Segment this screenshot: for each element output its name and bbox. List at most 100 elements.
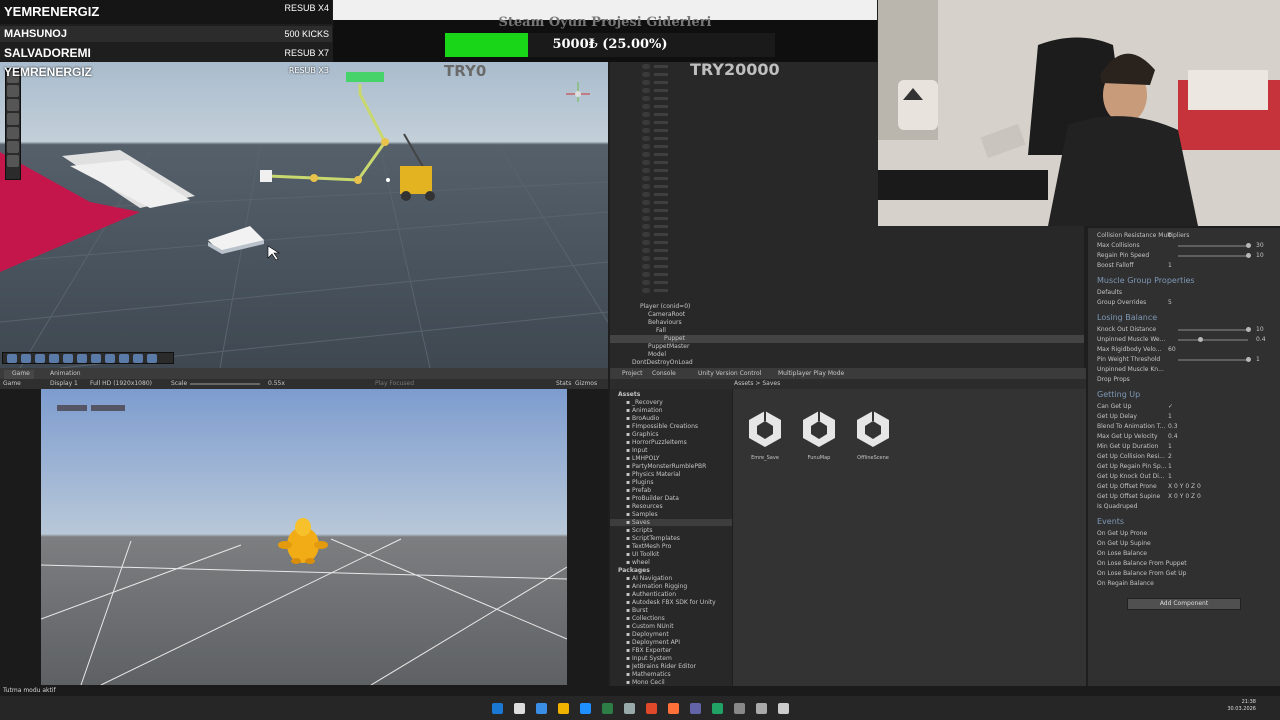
hierarchy-item-faint[interactable] [642,184,650,189]
tree-folder[interactable]: ▪ HorrorPuzzleItems [626,439,687,446]
tree-package[interactable]: ▪ Deployment API [626,639,680,646]
asset-scene-file[interactable]: OfflineScene [847,409,899,461]
inspector-field-value[interactable]: 10 [1256,326,1264,333]
display-dropdown[interactable]: Display 1 [50,380,78,387]
hierarchy-item-faint[interactable] [642,128,650,133]
tree-package[interactable]: ▪ Deployment [626,631,669,638]
system-clock[interactable]: 21:38 30.03.2026 [1227,699,1256,713]
hierarchy-item-faint[interactable] [642,176,650,181]
breadcrumb[interactable]: Assets > Saves [734,380,780,387]
tree-folder[interactable]: ▪ UI Toolkit [626,551,659,558]
scale-tool-icon[interactable] [7,113,19,125]
taskbar-app-icon[interactable] [558,703,569,714]
slider-knob[interactable] [1198,337,1203,342]
custom-tool-icon[interactable] [7,155,19,167]
hierarchy-item-faint[interactable] [642,200,650,205]
tree-root-assets[interactable]: Assets [618,391,640,398]
windows-taskbar[interactable] [0,696,1280,720]
asset-scene-file[interactable]: FunuMap [793,409,845,461]
project-tab[interactable]: Multiplayer Play Mode [778,370,844,377]
hierarchy-item-faint[interactable] [642,280,650,285]
taskbar-app-icon[interactable] [580,703,591,714]
asset-grid[interactable]: Emre_Save FunuMap OfflineScene [733,389,1086,686]
scene-tools-palette[interactable] [5,68,21,180]
taskbar-app-icon[interactable] [756,703,767,714]
tree-package[interactable]: ▪ Mathematics [626,671,671,678]
hierarchy-item[interactable]: Model [648,351,666,359]
tab-animation[interactable]: Animation [50,370,81,377]
taskbar-app-icon[interactable] [602,703,613,714]
tree-folder[interactable]: ▪ BroAudio [626,415,659,422]
scale-slider[interactable] [190,383,260,385]
inspector-field-value[interactable]: 0.4 [1256,336,1266,343]
inspector-field-value[interactable]: 60 [1168,346,1176,353]
hierarchy-item-faint[interactable] [642,64,650,69]
add-component-button[interactable]: Add Component [1127,598,1241,610]
tree-folder[interactable]: ▪ Saves [610,519,732,526]
inspector-field-value[interactable]: 10 [1256,252,1264,259]
inspector-slider[interactable] [1178,255,1248,257]
transform-tool-icon[interactable] [7,141,19,153]
hierarchy-item-faint[interactable] [642,72,650,77]
inspector-section-header[interactable]: Events [1097,517,1124,526]
tree-package[interactable]: ▪ Custom NUnit [626,623,674,630]
hierarchy-item-faint[interactable] [642,80,650,85]
tree-package[interactable]: ▪ Burst [626,607,648,614]
tree-root-packages[interactable]: Packages [618,567,650,574]
rotate-tool-icon[interactable] [7,99,19,111]
tree-folder[interactable]: ▪ ScriptTemplates [626,535,680,542]
hierarchy-item-faint[interactable] [642,160,650,165]
event-item[interactable]: On Lose Balance From Puppet [1097,560,1187,567]
hierarchy-item-faint[interactable] [642,152,650,157]
tree-folder[interactable]: ▪ _Recovery [626,399,663,406]
hierarchy-item-faint[interactable] [642,224,650,229]
play-focused-dropdown[interactable]: Play Focused [375,380,414,387]
hierarchy-item[interactable]: PuppetMaster [648,343,689,351]
inspector-field-value[interactable]: 1 [1168,262,1172,269]
tree-folder[interactable]: ▪ Input [626,447,648,454]
project-tab[interactable]: Unity Version Control [698,370,761,377]
inspector-field-value[interactable]: 0.3 [1168,423,1178,430]
inspector-section-header[interactable]: Getting Up [1097,390,1140,399]
inspector-field-value[interactable]: 1 [1168,463,1172,470]
hierarchy-item-faint[interactable] [642,136,650,141]
taskbar-app-icon[interactable] [536,703,547,714]
tree-folder[interactable]: ▪ Animation [626,407,663,414]
taskbar-app-icon[interactable] [646,703,657,714]
tree-package[interactable]: ▪ Autodesk FBX SDK for Unity [626,599,716,606]
inspector-panel[interactable]: Collision Resistance Multipliers 0 Max Col… [1088,228,1280,686]
tree-folder[interactable]: ▪ Resources [626,503,663,510]
tree-package[interactable]: ▪ Mono Cecil [626,679,665,686]
project-tabs[interactable]: Project Console Unity Version Control Multi… [610,368,1086,379]
tree-package[interactable]: ▪ Collections [626,615,665,622]
event-item[interactable]: On Regain Balance [1097,580,1154,587]
game-view[interactable] [41,389,567,685]
move-tool-icon[interactable] [7,85,19,97]
hierarchy-item-faint[interactable] [642,248,650,253]
hierarchy-item-faint[interactable] [642,112,650,117]
tree-folder[interactable]: ▪ wheel [626,559,650,566]
hierarchy-item-faint[interactable] [642,232,650,237]
inspector-field-value[interactable]: 5 [1168,299,1172,306]
hierarchy-item-faint[interactable] [642,192,650,197]
hierarchy-item-player[interactable]: Player (conid=0) [640,303,690,311]
tree-folder[interactable]: ▪ Plugins [626,479,653,486]
hierarchy-item-faint[interactable] [642,144,650,149]
inspector-field-value[interactable]: 2 [1168,453,1172,460]
hierarchy-item-faint[interactable] [642,216,650,221]
hierarchy-item-faint[interactable] [642,256,650,261]
inspector-field-value[interactable]: 0 [1168,232,1172,239]
taskbar-app-icon[interactable] [668,703,679,714]
event-item[interactable]: On Get Up Supine [1097,540,1151,547]
stats-button[interactable]: Stats [556,380,571,387]
tree-package[interactable]: ▪ Authentication [626,591,676,598]
tree-folder[interactable]: ▪ FImpossible Creations [626,423,698,430]
asset-scene-file[interactable]: Emre_Save [739,409,791,461]
project-tab[interactable]: Project [622,370,643,377]
tree-folder[interactable]: ▪ Graphics [626,431,658,438]
inspector-field-value[interactable]: 1 [1168,443,1172,450]
hierarchy-item[interactable]: Behaviours [648,319,682,327]
inspector-field-value[interactable]: 0.4 [1168,433,1178,440]
hierarchy-item-selected[interactable]: Puppet [610,335,1084,343]
inspector-slider[interactable] [1178,339,1248,341]
